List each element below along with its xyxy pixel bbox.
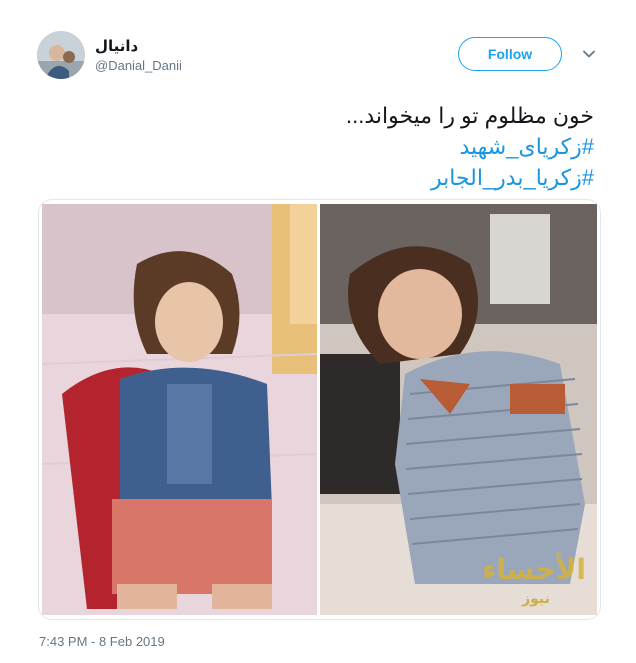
hashtag-link[interactable]: #زکریای_شهید: [34, 131, 594, 162]
follow-button[interactable]: Follow: [458, 37, 562, 71]
tweet-card: دانیال @Danial_Danii Follow خون مظلوم تو…: [0, 0, 636, 663]
tweet-text: خون مظلوم تو را میخواند... #زکریای_شهید …: [34, 100, 594, 193]
photo-left[interactable]: [42, 204, 317, 615]
avatar[interactable]: [37, 31, 85, 79]
hashtag-link[interactable]: #زکریا_بدر_الجابر: [34, 162, 594, 193]
user-handle[interactable]: @Danial_Danii: [95, 58, 182, 73]
display-name[interactable]: دانیال: [95, 37, 138, 55]
watermark-logo: الأحساء نيوز: [482, 554, 586, 607]
tweet-text-line: خون مظلوم تو را میخواند...: [345, 103, 594, 128]
chevron-down-icon[interactable]: [582, 47, 596, 61]
tweet-timestamp[interactable]: 7:43 PM - 8 Feb 2019: [39, 634, 165, 649]
